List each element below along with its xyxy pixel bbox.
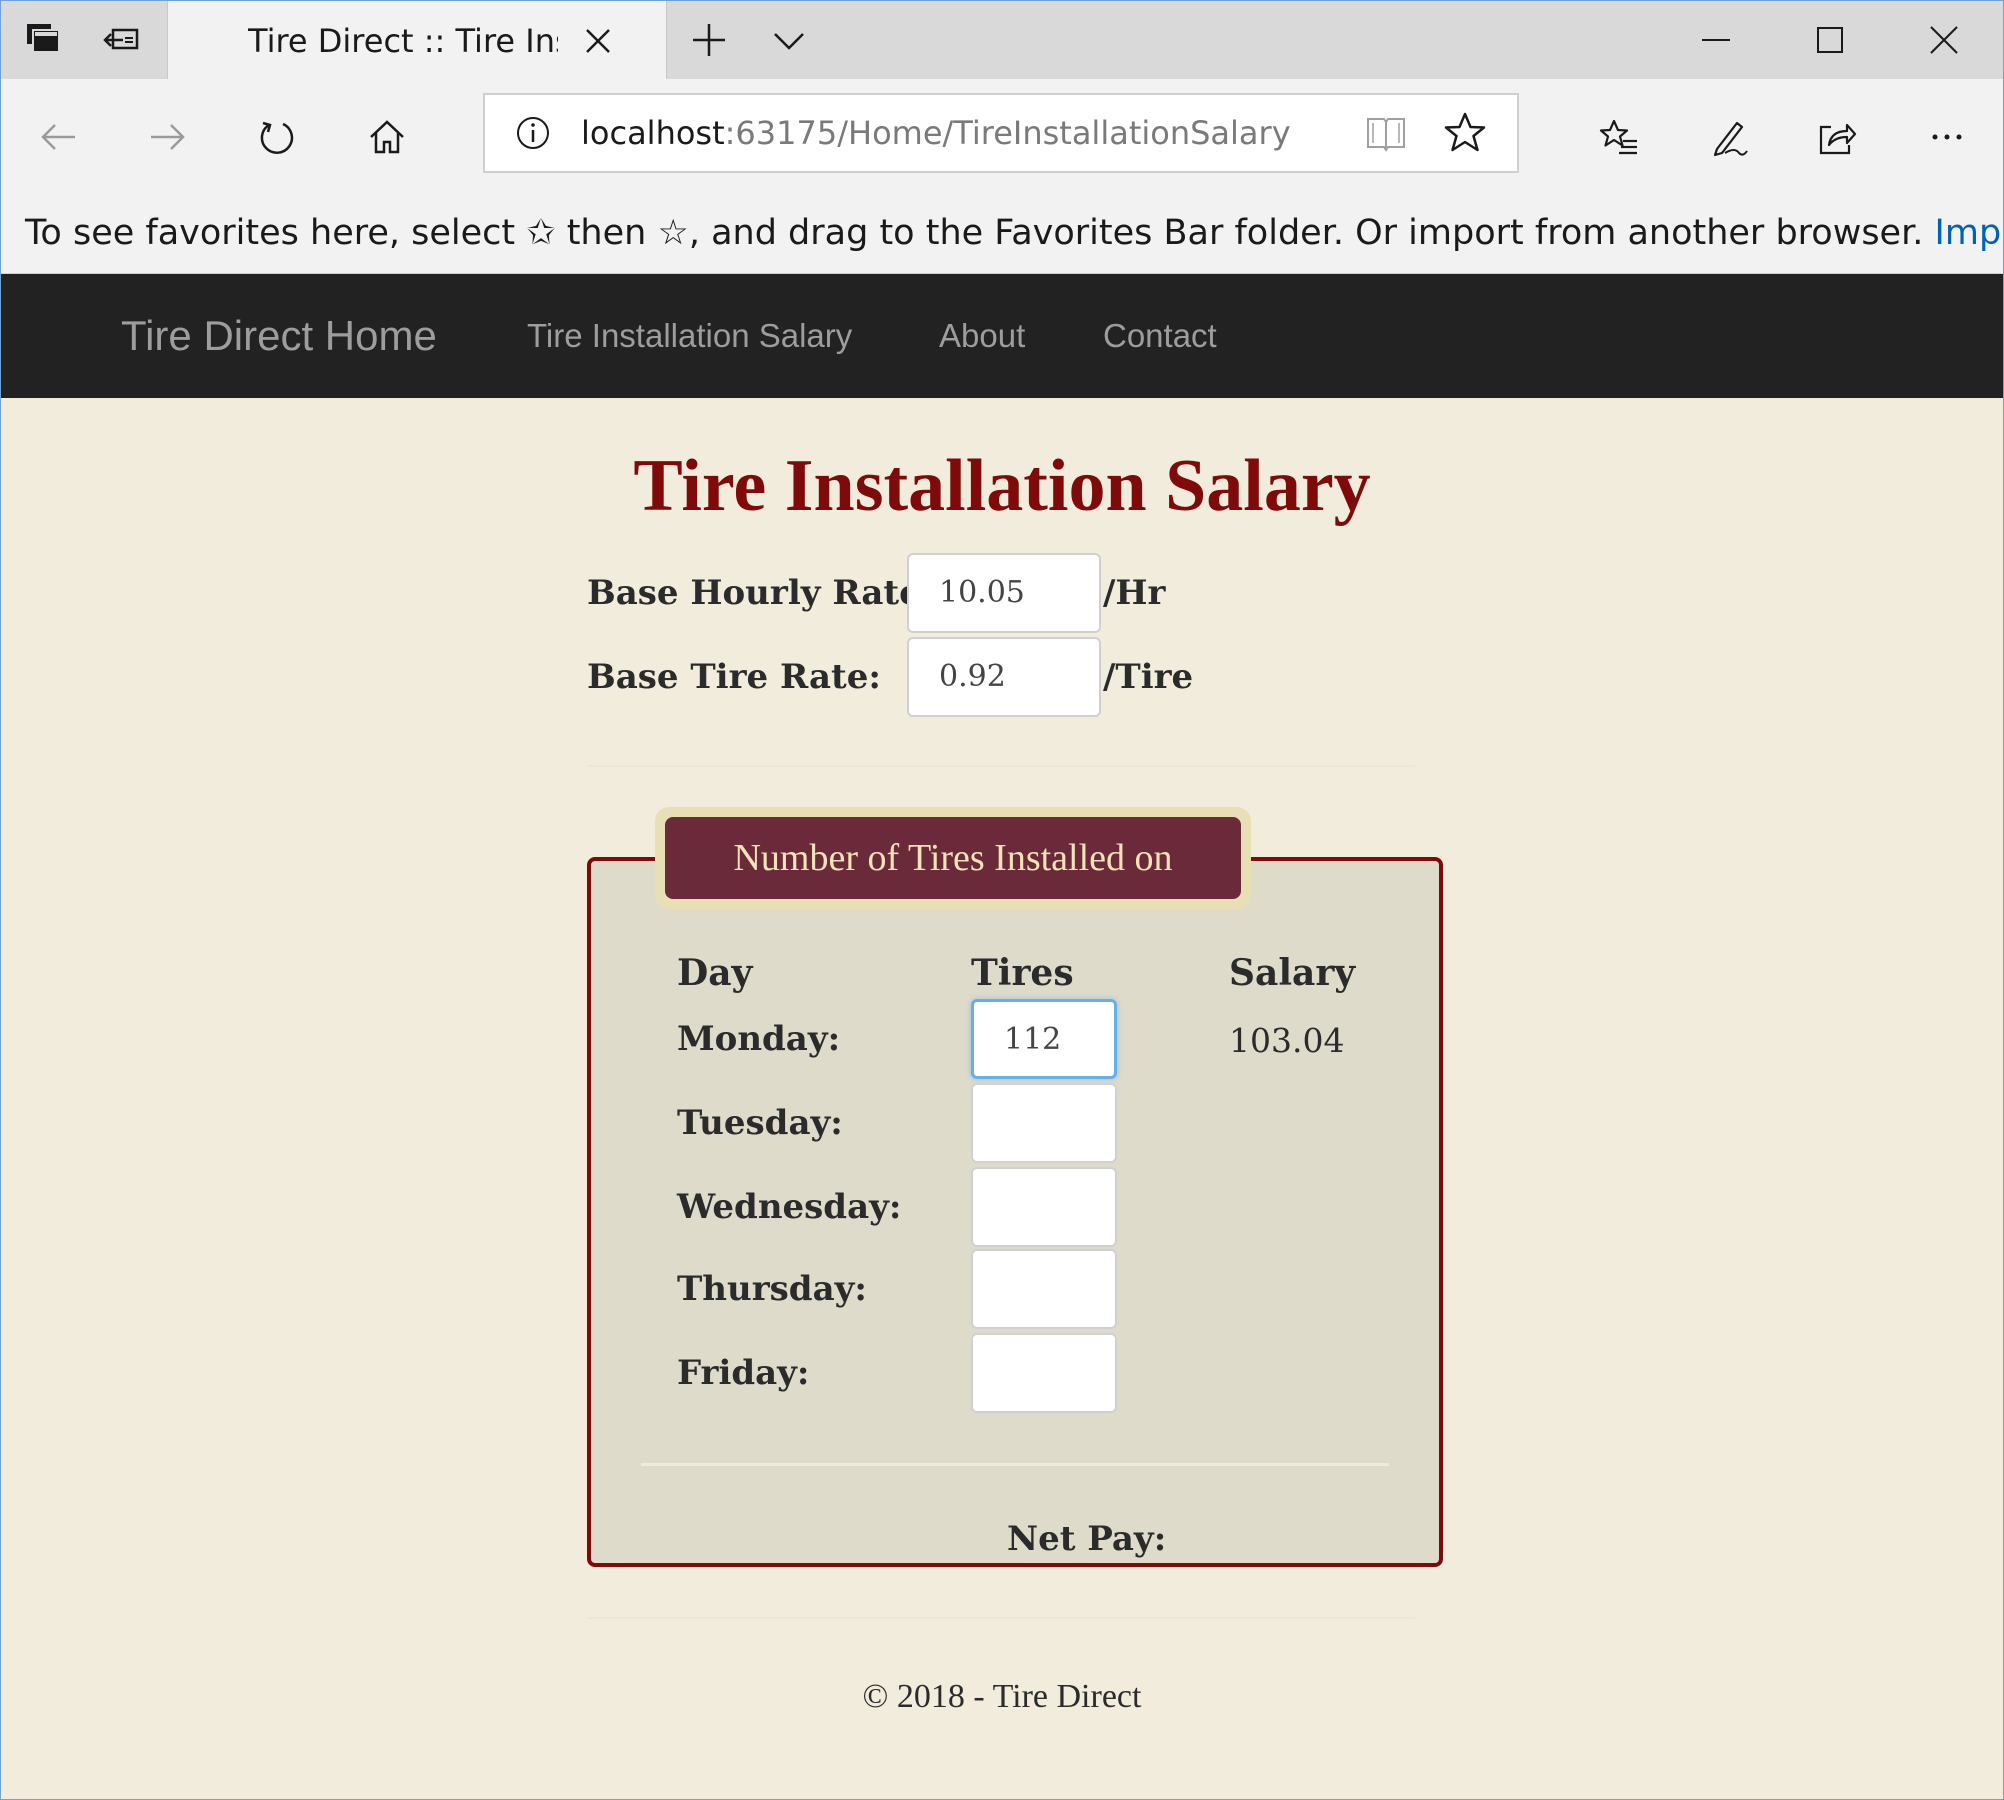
share-icon[interactable] <box>1799 99 1875 175</box>
url-text[interactable]: localhost:63175/Home/TireInstallationSal… <box>581 95 1291 171</box>
back-arrow-icon[interactable] <box>21 99 97 175</box>
salary-value-monday: 103.04 <box>1229 1021 1345 1060</box>
favorites-message-text: To see favorites here, select ✩ then ☆, … <box>25 213 1924 253</box>
active-tab[interactable]: Tire Direct :: Tire Installa <box>167 1 667 79</box>
net-pay-label: Net Pay: <box>1007 1519 1167 1559</box>
column-header-day: Day <box>677 952 753 994</box>
footer-divider <box>589 1617 1415 1619</box>
set-tabs-aside-icon[interactable] <box>83 1 163 79</box>
tab-preview-icon[interactable] <box>3 1 83 79</box>
tab-title: Tire Direct :: Tire Installa <box>248 22 558 60</box>
url-host: localhost <box>581 114 725 152</box>
forward-arrow-icon[interactable] <box>129 99 205 175</box>
home-icon[interactable] <box>349 99 425 175</box>
import-favorites-link[interactable]: Import fav <box>1935 213 2003 253</box>
page-footer: © 2018 - Tire Direct <box>862 1678 1142 1715</box>
base-hourly-rate-unit: /Hr <box>1103 573 1166 613</box>
fieldset-legend: Number of Tires Installed on <box>655 807 1251 909</box>
nav-link-about[interactable]: About <box>939 274 1025 398</box>
star-icon[interactable] <box>1443 111 1487 155</box>
page-title: Tire Installation Salary <box>633 445 1371 527</box>
fieldset-divider <box>641 1463 1389 1466</box>
base-hourly-rate-input[interactable]: 10.05 <box>907 553 1101 633</box>
favorites-message: To see favorites here, select ✩ then ☆, … <box>25 193 2003 273</box>
info-icon[interactable] <box>515 115 551 151</box>
base-tire-rate-input[interactable]: 0.92 <box>907 637 1101 717</box>
day-label-tuesday: Tuesday: <box>677 1103 843 1143</box>
tires-input-thursday[interactable] <box>971 1249 1117 1329</box>
tires-input-tuesday[interactable] <box>971 1083 1117 1163</box>
browser-toolbar: localhost:63175/Home/TireInstallationSal… <box>1 79 2003 193</box>
base-tire-rate-unit: /Tire <box>1103 657 1194 697</box>
day-label-friday: Friday: <box>677 1353 810 1393</box>
legend-text: Number of Tires Installed on <box>665 817 1241 899</box>
plus-icon[interactable] <box>669 1 749 79</box>
brand-link[interactable]: Tire Direct Home <box>121 274 437 398</box>
chevron-down-icon[interactable] <box>749 1 829 79</box>
maximize-icon[interactable] <box>1773 1 1887 79</box>
day-label-monday: Monday: <box>677 1019 841 1059</box>
site-navbar: Tire Direct Home Tire Installation Salar… <box>1 274 2003 398</box>
close-window-icon[interactable] <box>1887 1 2001 79</box>
ellipsis-icon[interactable] <box>1909 99 1985 175</box>
base-tire-rate-label: Base Tire Rate: <box>587 657 881 697</box>
day-label-thursday: Thursday: <box>677 1269 867 1309</box>
day-label-wednesday: Wednesday: <box>677 1187 902 1227</box>
tires-input-friday[interactable] <box>971 1333 1117 1413</box>
favorites-bar: To see favorites here, select ✩ then ☆, … <box>1 193 2003 274</box>
refresh-icon[interactable] <box>239 99 315 175</box>
divider <box>589 765 1415 767</box>
column-header-salary: Salary <box>1229 952 1356 994</box>
pen-icon[interactable] <box>1691 99 1767 175</box>
browser-window: Tire Direct :: Tire Installa <box>0 0 2004 1800</box>
close-icon[interactable] <box>578 21 618 61</box>
book-icon[interactable] <box>1365 113 1407 153</box>
minimize-icon[interactable] <box>1659 1 1773 79</box>
address-bar[interactable]: localhost:63175/Home/TireInstallationSal… <box>483 93 1519 173</box>
nav-link-tire-installation-salary[interactable]: Tire Installation Salary <box>527 274 852 398</box>
base-hourly-rate-label: Base Hourly Rate: <box>587 573 934 613</box>
tires-input-wednesday[interactable] <box>971 1167 1117 1247</box>
nav-link-contact[interactable]: Contact <box>1103 274 1217 398</box>
tab-strip: Tire Direct :: Tire Installa <box>1 1 2003 79</box>
tires-input-monday[interactable]: 112 <box>971 999 1117 1079</box>
favorites-list-icon[interactable] <box>1581 99 1657 175</box>
url-path: :63175/Home/TireInstallationSalary <box>724 114 1291 152</box>
column-header-tires: Tires <box>971 952 1074 994</box>
